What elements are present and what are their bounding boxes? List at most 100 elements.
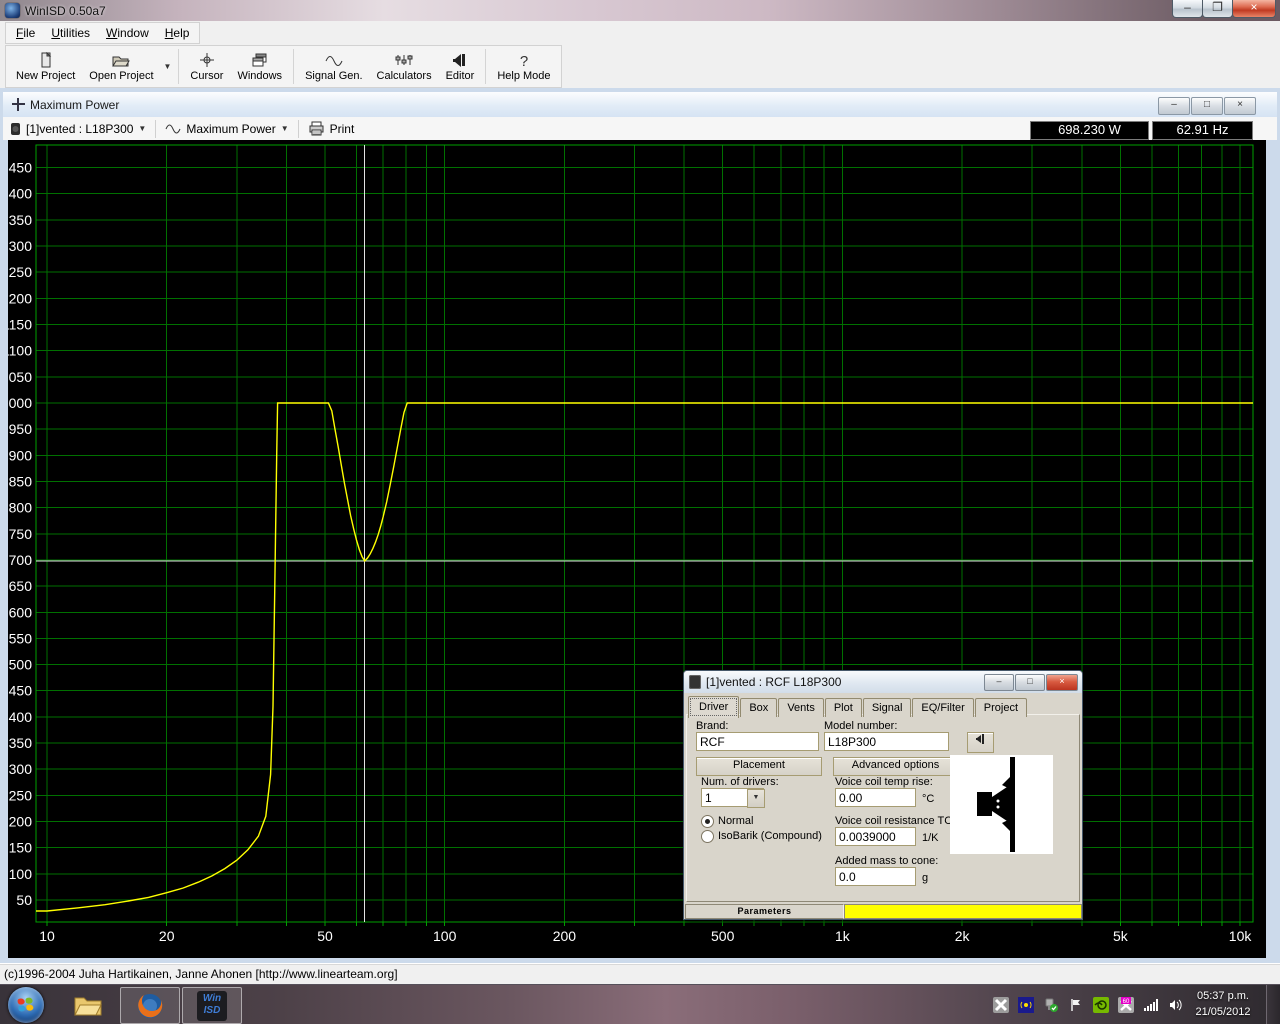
chart-toolbar: [1]vented : L18P300 ▼ Maximum Power ▼ Pr…: [3, 117, 1277, 140]
svg-text:20: 20: [159, 928, 175, 944]
isobarik-radio[interactable]: [701, 830, 714, 843]
new-project-button[interactable]: New Project: [9, 46, 82, 87]
svg-text:800: 800: [9, 500, 33, 516]
isobarik-radio-label[interactable]: IsoBarik (Compound): [718, 830, 822, 842]
show-desktop-button[interactable]: [1266, 985, 1280, 1024]
menu-window[interactable]: Window: [98, 24, 157, 42]
normal-radio[interactable]: [701, 815, 714, 828]
chart-window-title: Maximum Power: [30, 98, 119, 112]
tray-nvidia-icon[interactable]: [1092, 997, 1109, 1014]
progress-bar-yellow: [844, 904, 1082, 919]
plot-crosshair-icon: [11, 97, 26, 112]
brand-field[interactable]: [696, 732, 819, 751]
tray-app-x-60-icon[interactable]: 60: [1117, 997, 1134, 1014]
speaker-test-button[interactable]: [967, 732, 994, 753]
editor-button[interactable]: Editor: [439, 46, 482, 87]
windows-button[interactable]: Windows: [230, 46, 289, 87]
print-button[interactable]: Print: [301, 118, 362, 140]
voice-coil-resistance-field[interactable]: [835, 827, 916, 846]
num-drivers-dropdown[interactable]: ▼: [747, 789, 765, 808]
voice-coil-resistance-label: Voice coil resistance TC:: [835, 815, 955, 827]
winisd-app-icon: [5, 3, 20, 18]
svg-text:150: 150: [9, 840, 33, 856]
open-project-dropdown[interactable]: ▼: [161, 46, 175, 87]
svg-text:1300: 1300: [8, 238, 32, 254]
parameters-status-panel: Parameters: [685, 904, 844, 919]
start-button[interactable]: [8, 987, 44, 1023]
svg-text:100: 100: [9, 866, 33, 882]
model-number-label: Model number:: [824, 720, 897, 732]
dialog-tab-strip: Driver Box Vents Plot Signal EQ/Filter P…: [688, 695, 1028, 717]
tray-wireless-icon[interactable]: [1017, 997, 1034, 1014]
cursor-button[interactable]: Cursor: [183, 46, 230, 87]
driver-drawing: [950, 755, 1053, 854]
menu-help[interactable]: Help: [157, 24, 198, 42]
signal-gen-button[interactable]: Signal Gen.: [298, 46, 369, 87]
num-drivers-label: Num. of drivers:: [701, 776, 779, 788]
tab-plot[interactable]: Plot: [825, 698, 862, 717]
app-titlebar: WinISD 0.50a7: [0, 0, 1280, 21]
tab-vents[interactable]: Vents: [778, 698, 824, 717]
svg-text:350: 350: [9, 735, 33, 751]
open-project-button[interactable]: Open Project: [82, 46, 160, 87]
chart-window-titlebar: Maximum Power: [3, 92, 1277, 118]
tab-box[interactable]: Box: [740, 698, 777, 717]
cursor-frequency-readout: 62.91 Hz: [1152, 121, 1253, 140]
tray-action-center-flag-icon[interactable]: [1067, 997, 1084, 1014]
svg-text:1450: 1450: [8, 160, 32, 176]
taskbar-firefox-button[interactable]: [120, 987, 180, 1024]
tray-usb-eject-icon[interactable]: [1042, 997, 1059, 1014]
project-selector[interactable]: [1]vented : L18P300 ▼: [3, 118, 153, 140]
tray-network-signal-icon[interactable]: [1142, 997, 1159, 1014]
placement-button[interactable]: Placement: [696, 757, 822, 776]
svg-text:1100: 1100: [8, 343, 32, 359]
driver-dialog: [1]vented : RCF L18P300 – □ × Driver Box…: [683, 670, 1083, 920]
svg-text:900: 900: [9, 447, 33, 463]
printer-icon: [308, 121, 325, 136]
svg-text:700: 700: [9, 552, 33, 568]
close-button[interactable]: ×: [1232, 0, 1276, 18]
graph-type-selector[interactable]: Maximum Power ▼: [158, 118, 295, 140]
menu-bar: File Utilities Window Help: [0, 21, 1280, 44]
system-tray: 60: [992, 989, 1184, 1021]
menu-utilities[interactable]: Utilities: [43, 24, 98, 42]
svg-text:950: 950: [9, 421, 33, 437]
svg-text:10k: 10k: [1229, 928, 1253, 944]
taskbar-winisd-button[interactable]: Win ISD: [182, 987, 242, 1024]
tab-driver[interactable]: Driver: [688, 696, 739, 718]
taskbar-explorer-button[interactable]: [66, 987, 110, 1022]
tab-project[interactable]: Project: [975, 698, 1027, 717]
chart-window-restore-button[interactable]: □: [1191, 97, 1223, 115]
voice-coil-temp-label: Voice coil temp rise:: [835, 776, 933, 788]
menu-file[interactable]: File: [8, 24, 43, 42]
chart-window-close-button[interactable]: ×: [1224, 97, 1256, 115]
chart-window-minimize-button[interactable]: –: [1158, 97, 1190, 115]
added-mass-label: Added mass to cone:: [835, 855, 938, 867]
svg-text:500: 500: [711, 928, 735, 944]
tray-volume-icon[interactable]: [1167, 997, 1184, 1014]
maximize-button[interactable]: ❐: [1202, 0, 1233, 18]
dialog-close-button[interactable]: ×: [1046, 674, 1078, 691]
tab-signal[interactable]: Signal: [863, 698, 912, 717]
svg-text:10: 10: [39, 928, 55, 944]
tray-app-x-icon[interactable]: [992, 997, 1009, 1014]
minimize-button[interactable]: –: [1172, 0, 1203, 18]
dialog-restore-button[interactable]: □: [1015, 674, 1045, 691]
toolbar-separator: [178, 49, 179, 84]
model-number-field[interactable]: [824, 732, 949, 751]
advanced-options-button[interactable]: Advanced options: [833, 757, 958, 776]
svg-text:1000: 1000: [8, 395, 32, 411]
chevron-down-icon: ▼: [164, 62, 172, 71]
added-mass-field[interactable]: [835, 867, 916, 886]
windows-logo-icon: [17, 997, 34, 1012]
winisd-icon: Win ISD: [197, 991, 227, 1021]
taskbar-clock[interactable]: 05:37 p.m. 21/05/2012: [1188, 988, 1258, 1020]
chevron-down-icon: ▼: [138, 124, 146, 133]
tab-eq-filter[interactable]: EQ/Filter: [912, 698, 973, 717]
dialog-minimize-button[interactable]: –: [984, 674, 1014, 691]
calculators-button[interactable]: Calculators: [370, 46, 439, 87]
voice-coil-temp-field[interactable]: [835, 788, 916, 807]
normal-radio-label[interactable]: Normal: [718, 815, 753, 827]
menu-band: File Utilities Window Help: [5, 22, 200, 44]
help-mode-button[interactable]: ? Help Mode: [490, 46, 557, 87]
